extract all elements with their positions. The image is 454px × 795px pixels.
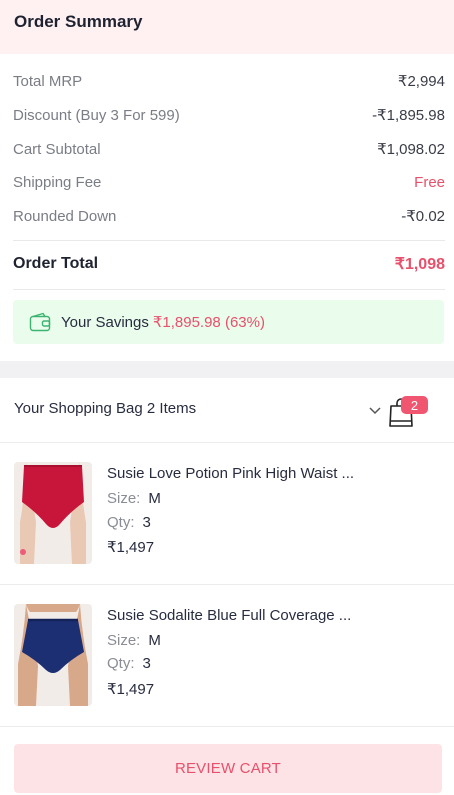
qty-label: Qty: <box>107 514 135 531</box>
rounded-down-row: Rounded Down -₹0.02 <box>13 204 445 228</box>
bag-item[interactable]: Susie Love Potion Pink High Waist ... Si… <box>0 443 454 585</box>
product-image[interactable] <box>14 462 92 564</box>
total-mrp-label: Total MRP <box>13 72 83 90</box>
qty-value: 3 <box>142 655 151 672</box>
cart-subtotal-row: Cart Subtotal ₹1,098.02 <box>13 137 445 161</box>
savings-value: ₹1,895.98 (63%) <box>152 314 265 331</box>
chevron-down-icon[interactable] <box>368 405 382 415</box>
order-total-value: ₹1,098 <box>394 256 445 273</box>
qty-value: 3 <box>142 514 151 531</box>
size-value: M <box>148 490 161 507</box>
section-separator <box>0 361 454 378</box>
total-mrp-value: ₹2,994 <box>397 73 445 90</box>
qty-label: Qty: <box>107 655 135 672</box>
cart-count-badge: 2 <box>401 396 428 414</box>
product-image-blue <box>14 604 92 706</box>
product-image[interactable] <box>14 604 92 706</box>
product-name[interactable]: Susie Love Potion Pink High Waist ... <box>107 465 354 482</box>
size-label: Size: <box>107 632 141 649</box>
total-divider <box>13 289 445 290</box>
total-mrp-row: Total MRP ₹2,994 <box>13 69 445 93</box>
review-cart-button[interactable]: REVIEW CART <box>14 744 442 793</box>
shipping-fee-label: Shipping Fee <box>13 173 102 191</box>
order-summary-header: Order Summary <box>0 0 454 54</box>
order-total-label: Order Total <box>13 255 99 272</box>
rounded-down-value: -₹0.02 <box>401 208 445 225</box>
cart-subtotal-value: ₹1,098.02 <box>377 141 445 158</box>
discount-value: -₹1,895.98 <box>372 107 445 124</box>
product-name[interactable]: Susie Sodalite Blue Full Coverage ... <box>107 607 351 624</box>
summary-divider <box>13 240 445 241</box>
shopping-bag-header[interactable]: Your Shopping Bag 2 Items 2 <box>0 378 454 443</box>
product-size: Size: M <box>107 632 161 649</box>
product-qty: Qty: 3 <box>107 655 151 672</box>
cart-subtotal-label: Cart Subtotal <box>13 140 101 158</box>
discount-label: Discount (Buy 3 For 599) <box>13 106 180 124</box>
shopping-bag-title: Your Shopping Bag 2 Items <box>14 400 197 417</box>
rounded-down-label: Rounded Down <box>13 207 117 225</box>
savings-banner: Your Savings ₹1,895.98 (63%) <box>13 300 444 344</box>
order-total-row: Order Total ₹1,098 <box>13 251 445 277</box>
bag-item[interactable]: Susie Sodalite Blue Full Coverage ... Si… <box>0 585 454 727</box>
size-label: Size: <box>107 490 141 507</box>
shipping-fee-value: Free <box>414 173 445 191</box>
shipping-fee-row: Shipping Fee Free <box>13 170 445 194</box>
product-price: ₹1,497 <box>107 681 155 698</box>
order-summary-title: Order Summary <box>14 12 143 31</box>
product-image-pink <box>14 462 92 564</box>
size-value: M <box>148 632 161 649</box>
product-size: Size: M <box>107 490 161 507</box>
product-qty: Qty: 3 <box>107 514 151 531</box>
discount-row: Discount (Buy 3 For 599) -₹1,895.98 <box>13 103 445 127</box>
savings-label: Your Savings <box>61 313 149 331</box>
wallet-icon <box>29 312 51 332</box>
product-price: ₹1,497 <box>107 539 155 556</box>
